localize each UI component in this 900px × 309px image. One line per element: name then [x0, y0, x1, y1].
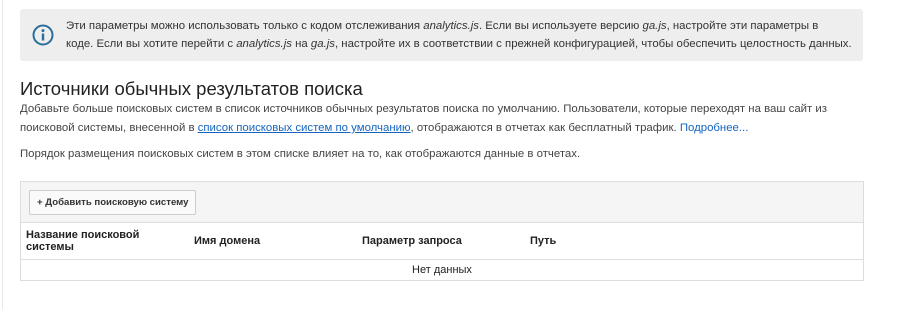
info-text-part: Эти параметры можно использовать только …	[66, 20, 424, 32]
description-text: Добавьте больше поисковых систем в списо…	[20, 103, 828, 115]
empty-state-text: Нет данных	[412, 264, 472, 276]
info-text-part: , настройте их в соответствии с прежней …	[334, 38, 852, 50]
table-header-row: Название поисковой системы Имя домена Пар…	[21, 223, 863, 260]
info-text-code: ga.js	[310, 38, 335, 50]
description-text: поисковой системы, внесенной в	[20, 122, 198, 134]
order-note: Порядок размещения поисковых систем в эт…	[20, 148, 581, 160]
info-text-part: , настройте эти параметры в	[666, 20, 819, 32]
add-search-engine-button[interactable]: + Добавить поисковую систему	[29, 190, 197, 215]
info-banner: Эти параметры можно использовать только …	[20, 9, 863, 61]
column-header-path[interactable]: Путь	[530, 223, 680, 259]
column-header-domain[interactable]: Имя домена	[194, 223, 344, 259]
info-text-code: analytics.js	[236, 38, 292, 50]
description-text: , отображаются в отчетах как бесплатный …	[410, 122, 680, 134]
info-text-part: коде. Если вы хотите перейти с	[66, 38, 237, 50]
info-text-code: analytics.js	[423, 20, 479, 32]
section-title: Источники обычных результатов поиска	[20, 78, 363, 99]
table-toolbar: + Добавить поисковую систему	[21, 182, 863, 223]
search-engines-table: + Добавить поисковую систему Название по…	[20, 181, 864, 281]
page: Эти параметры можно использовать только …	[0, 0, 900, 309]
info-text-code: ga.js	[642, 20, 667, 32]
section-description: Добавьте больше поисковых систем в списо…	[20, 100, 860, 138]
column-header-label: Название поисковой	[26, 229, 140, 241]
column-header-label: системы	[26, 241, 74, 253]
column-header-engine-name[interactable]: Название поисковой системы	[26, 223, 176, 259]
info-text-part: на	[291, 38, 311, 50]
info-icon	[32, 24, 54, 46]
left-edge-divider	[2, 0, 3, 309]
default-search-engines-link[interactable]: список поисковых систем по умолчанию	[198, 122, 411, 134]
learn-more-link[interactable]: Подробнее...	[680, 122, 749, 134]
column-header-query-param[interactable]: Параметр запроса	[362, 223, 512, 259]
info-text-part: . Если вы используете версию	[478, 20, 643, 32]
info-banner-text: Эти параметры можно использовать только …	[66, 17, 856, 53]
